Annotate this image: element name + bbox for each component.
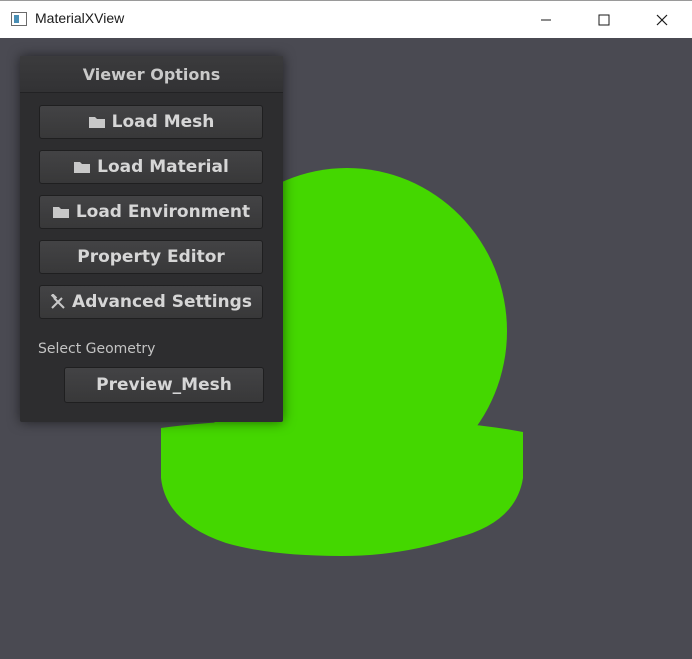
folder-icon: [88, 115, 106, 129]
load-material-label: Load Material: [97, 157, 229, 177]
app-icon: [11, 12, 27, 26]
close-button[interactable]: [633, 1, 691, 38]
panel-title[interactable]: Viewer Options: [20, 56, 283, 93]
preview-base: [161, 419, 523, 556]
load-environment-button[interactable]: Load Environment: [39, 195, 263, 229]
geometry-select-value: Preview_Mesh: [96, 375, 232, 395]
advanced-settings-button[interactable]: Advanced Settings: [39, 285, 263, 319]
advanced-settings-label: Advanced Settings: [72, 292, 252, 312]
maximize-button[interactable]: [575, 1, 633, 38]
tools-icon: [50, 294, 66, 310]
select-geometry-label: Select Geometry: [38, 341, 156, 357]
close-icon: [656, 14, 668, 25]
geometry-select[interactable]: Preview_Mesh: [64, 367, 264, 403]
viewer-options-panel: Viewer Options Load Mesh Load Material L…: [20, 56, 283, 422]
property-editor-label: Property Editor: [77, 247, 225, 267]
minimize-icon: [541, 19, 551, 20]
window-title: MaterialXView: [35, 10, 125, 26]
load-mesh-button[interactable]: Load Mesh: [39, 105, 263, 139]
load-material-button[interactable]: Load Material: [39, 150, 263, 184]
folder-icon: [52, 205, 70, 219]
load-mesh-label: Load Mesh: [111, 112, 215, 132]
title-bar: MaterialXView: [0, 0, 692, 38]
minimize-button[interactable]: [517, 1, 575, 38]
maximize-icon: [598, 14, 610, 25]
load-environment-label: Load Environment: [75, 202, 251, 222]
property-editor-button[interactable]: Property Editor: [39, 240, 263, 274]
folder-icon: [73, 160, 91, 174]
